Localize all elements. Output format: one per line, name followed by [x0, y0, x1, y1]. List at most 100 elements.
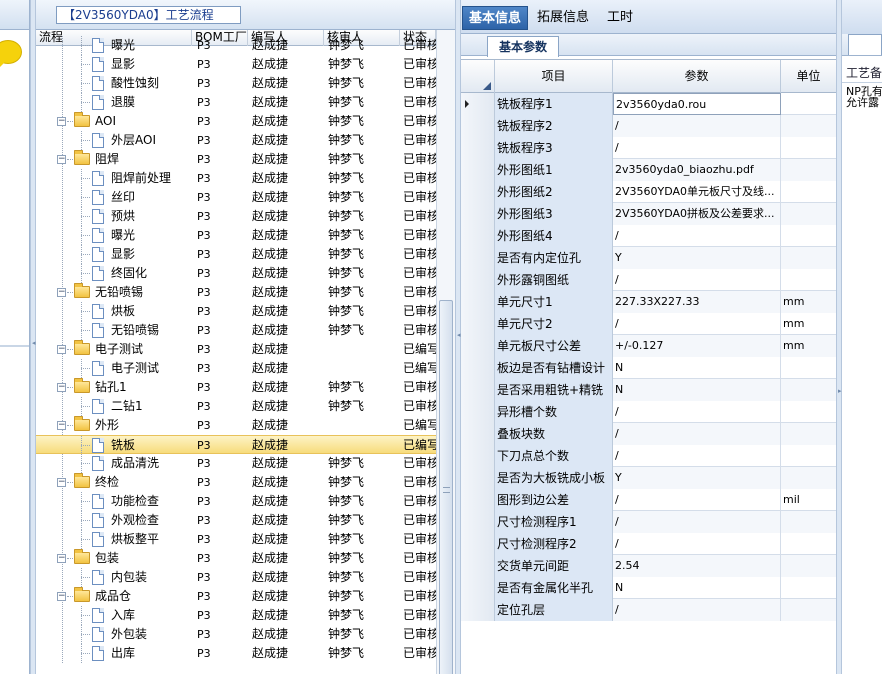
tree-group-row[interactable]: − AOI P3 赵成捷 钟梦飞 已审核 — [36, 112, 436, 131]
grid-row[interactable]: 外形图纸3 2V3560YDA0拼板及公差要求... — [461, 203, 836, 225]
tree-step-row[interactable]: 阻焊前处理 P3 赵成捷 钟梦飞 已审核 — [36, 169, 436, 188]
row-header[interactable] — [461, 489, 495, 511]
tree-group-row[interactable]: − 无铅喷锡 P3 赵成捷 钟梦飞 已审核 — [36, 283, 436, 302]
row-header[interactable] — [461, 269, 495, 291]
tab-basic-params[interactable]: 基本参数 — [487, 36, 559, 57]
tree-step-row[interactable]: 显影 P3 赵成捷 钟梦飞 已审核 — [36, 245, 436, 264]
grid-cell-value[interactable]: / — [613, 137, 781, 159]
grid-cell-value[interactable]: Y — [613, 467, 781, 489]
grid-cell-unit[interactable] — [781, 511, 836, 533]
grid-cell-unit[interactable] — [781, 137, 836, 159]
tree-step-row[interactable]: 曝光 P3 赵成捷 钟梦飞 已审核 — [36, 226, 436, 245]
collapse-expander-icon[interactable]: − — [57, 155, 66, 164]
collapse-expander-icon[interactable]: − — [57, 288, 66, 297]
grid-cell-value[interactable]: N — [613, 379, 781, 401]
tree-group-row[interactable]: − 成品仓 P3 赵成捷 钟梦飞 已审核 — [36, 587, 436, 606]
row-header[interactable] — [461, 533, 495, 555]
grid-row[interactable]: 尺寸检测程序2/ — [461, 533, 836, 555]
grid-cell-value[interactable]: 2V3560YDA0拼板及公差要求... — [613, 203, 781, 225]
collapse-expander-icon[interactable]: − — [57, 345, 66, 354]
tree-group-row[interactable]: − 包装 P3 赵成捷 钟梦飞 已审核 — [36, 549, 436, 568]
grid-cell-unit[interactable] — [781, 357, 836, 379]
row-header[interactable] — [461, 137, 495, 159]
tree-step-row[interactable]: 入库 P3 赵成捷 钟梦飞 已审核 — [36, 606, 436, 625]
collapse-expander-icon[interactable]: − — [57, 421, 66, 430]
grid-cell-value[interactable]: / — [613, 115, 781, 137]
grid-row[interactable]: 是否采用粗铣+精铣 N — [461, 379, 836, 401]
grid-row[interactable]: 铣板程序1 2v3560yda0.rou — [461, 93, 836, 115]
grid-row[interactable]: 外形露铜图纸 / — [461, 269, 836, 291]
tree-step-row[interactable]: 功能检查 P3 赵成捷 钟梦飞 已审核 — [36, 492, 436, 511]
grid-row[interactable]: 尺寸检测程序1/ — [461, 511, 836, 533]
grid-row[interactable]: 单元尺寸2/mm — [461, 313, 836, 335]
tree-step-row[interactable]: 烘板 P3 赵成捷 钟梦飞 已审核 — [36, 302, 436, 321]
grid-row[interactable]: 定位孔层 / — [461, 599, 836, 621]
grid-cell-unit[interactable] — [781, 577, 836, 599]
row-header[interactable] — [461, 577, 495, 599]
tree-step-row[interactable]: 预烘 P3 赵成捷 钟梦飞 已审核 — [36, 207, 436, 226]
grid-row[interactable]: 异形槽个数 / — [461, 401, 836, 423]
grid-row[interactable]: 图形到边公差 / mil — [461, 489, 836, 511]
collapse-expander-icon[interactable]: − — [57, 554, 66, 563]
row-header[interactable] — [461, 379, 495, 401]
row-header[interactable] — [461, 247, 495, 269]
row-header[interactable] — [461, 181, 495, 203]
grid-cell-value[interactable]: 2.54 — [613, 555, 781, 577]
splitter-grip-icon[interactable]: ◂ — [457, 332, 461, 339]
grid-header-item[interactable]: 项目 — [495, 60, 613, 93]
grid-cell-unit[interactable] — [781, 159, 836, 181]
tree-group-row[interactable]: − 阻焊 P3 赵成捷 钟梦飞 已审核 — [36, 150, 436, 169]
grid-cell-unit[interactable] — [781, 269, 836, 291]
collapse-expander-icon[interactable]: − — [57, 592, 66, 601]
tree-step-row[interactable]: 丝印 P3 赵成捷 钟梦飞 已审核 — [36, 188, 436, 207]
grid-cell-unit[interactable] — [781, 599, 836, 621]
tab-extended-info[interactable]: 拓展信息 — [531, 6, 595, 30]
row-header[interactable] — [461, 423, 495, 445]
grid-cell-value[interactable]: / — [613, 533, 781, 555]
tree-step-row[interactable]: 外观检查 P3 赵成捷 钟梦飞 已审核 — [36, 511, 436, 530]
tree-vertical-scrollbar[interactable] — [436, 30, 455, 674]
tab-basic-info[interactable]: 基本信息 — [462, 6, 529, 30]
grid-row[interactable]: 下刀点总个数 / — [461, 445, 836, 467]
grid-row[interactable]: 铣板程序3/ — [461, 137, 836, 159]
grid-cell-unit[interactable] — [781, 423, 836, 445]
grid-cell-value[interactable]: / — [613, 599, 781, 621]
tree-step-row[interactable]: 终固化 P3 赵成捷 钟梦飞 已审核 — [36, 264, 436, 283]
tree-step-row[interactable]: 电子测试 P3 赵成捷 已编写 — [36, 359, 436, 378]
grid-cell-value[interactable]: / — [613, 313, 781, 335]
grid-header-unit[interactable]: 单位 — [781, 60, 836, 93]
tree-step-row[interactable]: 二钻1 P3 赵成捷 钟梦飞 已审核 — [36, 397, 436, 416]
row-header[interactable] — [461, 555, 495, 577]
grid-cell-unit[interactable] — [781, 181, 836, 203]
grid-cell-value[interactable]: 2v3560yda0.rou — [613, 93, 781, 115]
grid-cell-unit[interactable] — [781, 445, 836, 467]
tree-step-row[interactable]: 退膜 P3 赵成捷 钟梦飞 已审核 — [36, 93, 436, 112]
splitter-grip-icon[interactable]: ◂ — [32, 340, 36, 347]
grid-cell-unit[interactable] — [781, 555, 836, 577]
grid-cell-value[interactable]: / — [613, 401, 781, 423]
grid-cell-unit[interactable]: mm — [781, 313, 836, 335]
grid-cell-unit[interactable]: mil — [781, 489, 836, 511]
grid-row[interactable]: 是否为大板铣成小板 Y — [461, 467, 836, 489]
tree-group-row[interactable]: − 电子测试 P3 赵成捷 已编写 — [36, 340, 436, 359]
row-header[interactable] — [461, 225, 495, 247]
row-header[interactable] — [461, 203, 495, 225]
grid-row[interactable]: 是否有金属化半孔 N — [461, 577, 836, 599]
grid-cell-unit[interactable] — [781, 533, 836, 555]
row-header[interactable] — [461, 511, 495, 533]
grid-cell-unit[interactable] — [781, 379, 836, 401]
tree-step-row[interactable]: 酸性蚀刻 P3 赵成捷 钟梦飞 已审核 — [36, 74, 436, 93]
grid-cell-value[interactable]: Y — [613, 247, 781, 269]
speech-bubble-icon[interactable] — [0, 40, 22, 68]
tree-step-row[interactable]: 成品清洗 P3 赵成捷 钟梦飞 已审核 — [36, 454, 436, 473]
row-header[interactable] — [461, 357, 495, 379]
tree-group-row[interactable]: − 钻孔1 P3 赵成捷 钟梦飞 已审核 — [36, 378, 436, 397]
grid-cell-value[interactable]: / — [613, 423, 781, 445]
splitter-grip-icon[interactable]: ▸ — [838, 388, 842, 395]
tree-step-row[interactable]: 铣板 P3 赵成捷 已编写 — [36, 435, 436, 455]
tree-group-row[interactable]: − 终检 P3 赵成捷 钟梦飞 已审核 — [36, 473, 436, 492]
grid-cell-value[interactable]: 2V3560YDA0单元板尺寸及线... — [613, 181, 781, 203]
grid-cell-value[interactable]: N — [613, 357, 781, 379]
grid-cell-unit[interactable]: mm — [781, 291, 836, 313]
grid-cell-value[interactable]: / — [613, 489, 781, 511]
